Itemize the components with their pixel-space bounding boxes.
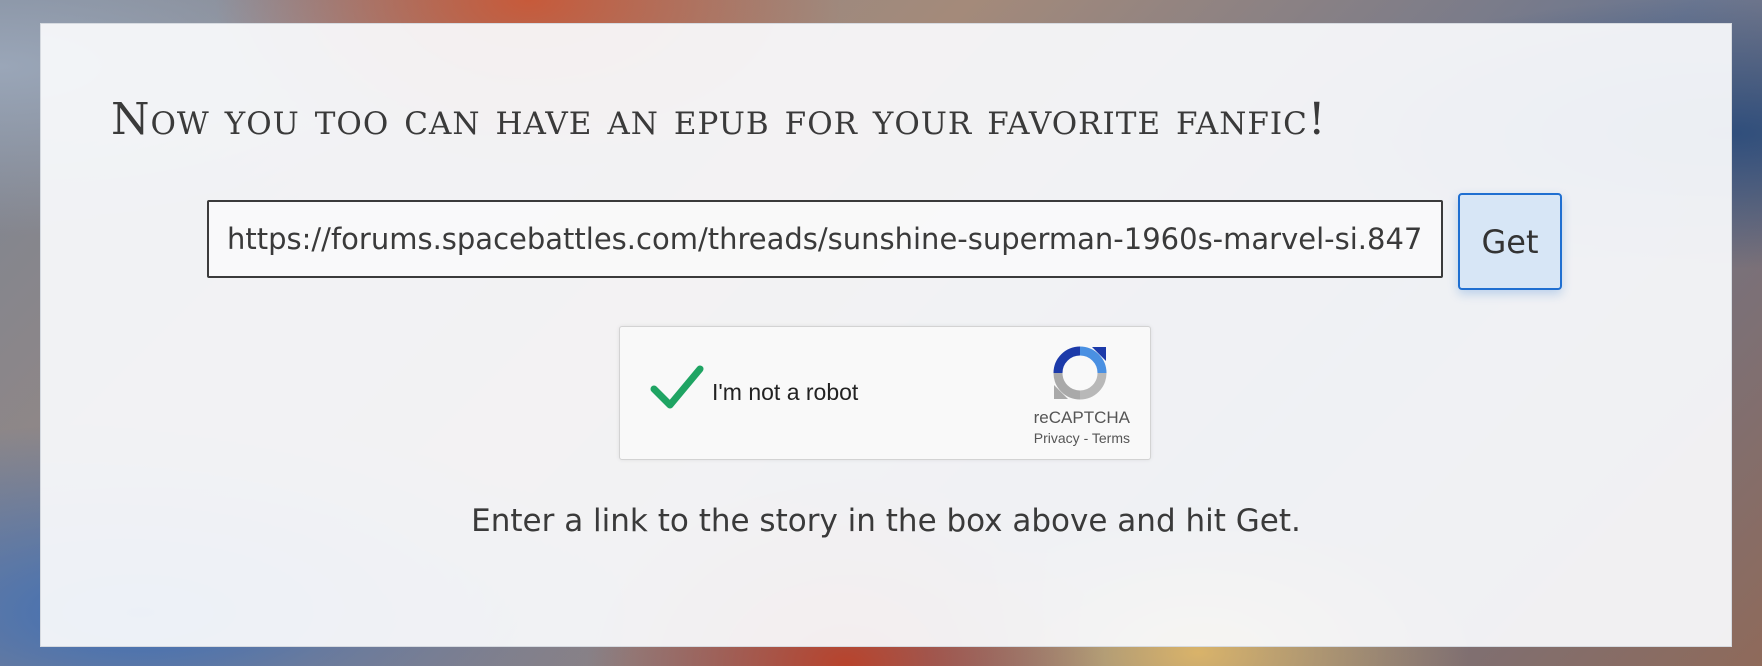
instructions-text: Enter a link to the story in the box abo… — [471, 503, 1301, 539]
recaptcha-widget: I'm not a robot reCAPTCHA Privacy - Term… — [619, 326, 1151, 460]
captcha-links: Privacy - Terms — [1034, 430, 1130, 446]
privacy-link[interactable]: Privacy — [1034, 430, 1080, 446]
get-button[interactable]: Get — [1458, 193, 1562, 290]
link-separator: - — [1083, 430, 1089, 446]
checkmark-icon[interactable] — [650, 363, 704, 411]
captcha-label: I'm not a robot — [712, 379, 859, 405]
main-panel: Now you too can have an epub for your fa… — [40, 23, 1732, 647]
story-url-input[interactable] — [207, 200, 1443, 278]
recaptcha-brand: reCAPTCHA — [1033, 408, 1130, 427]
recaptcha-logo-icon — [1053, 346, 1107, 400]
terms-link[interactable]: Terms — [1092, 430, 1130, 446]
page-headline: Now you too can have an epub for your fa… — [111, 94, 1327, 145]
